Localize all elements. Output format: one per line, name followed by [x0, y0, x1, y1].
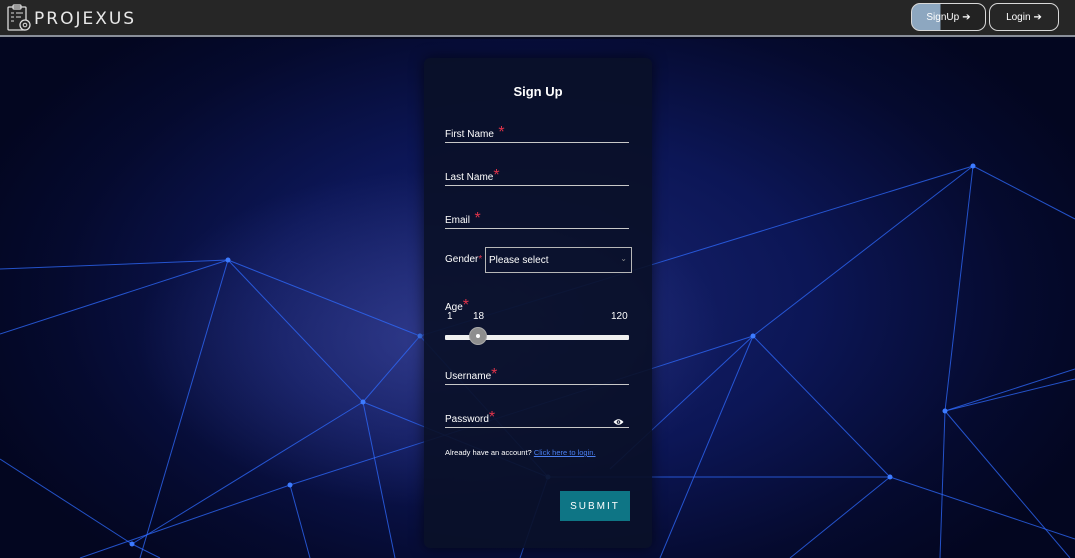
eye-icon[interactable] [613, 413, 624, 431]
clipboard-gear-icon [6, 3, 32, 33]
username-underline [445, 384, 629, 385]
last-name-field[interactable]: Last Name* [445, 167, 629, 186]
age-slider-thumb[interactable] [469, 327, 487, 345]
form-title: Sign Up [513, 84, 563, 99]
last-name-underline [445, 185, 629, 186]
age-min: 1 [447, 311, 453, 322]
username-field[interactable]: Username* [445, 366, 629, 385]
required-marker: * [462, 297, 470, 314]
login-prompt: Already have an account? Click here to l… [445, 448, 596, 457]
required-marker: * [491, 366, 498, 383]
app-name: PROJEXUS [34, 8, 137, 29]
login-button[interactable]: Login ➔ [989, 3, 1059, 31]
submit-button[interactable]: SUBMIT [560, 491, 630, 521]
top-navbar: PROJEXUS SignUp ➔ Login ➔ [0, 0, 1075, 37]
account-prompt-text: Already have an account? [445, 448, 532, 457]
gender-select[interactable]: Please select ⌄ [485, 247, 632, 273]
login-link[interactable]: Click here to login. [534, 448, 596, 457]
sign-in-arrow-icon: ➔ [962, 11, 971, 23]
last-name-label: Last Name [445, 172, 494, 183]
sign-in-arrow-icon: ➔ [1033, 11, 1042, 23]
username-label: Username [445, 371, 492, 382]
gender-row: Gender* Please select ⌄ [445, 247, 635, 273]
password-underline [445, 427, 629, 428]
required-marker: * [488, 409, 496, 426]
signup-label: SignUp [926, 11, 960, 23]
login-label: Login [1006, 11, 1031, 23]
first-name-label: First Name [445, 129, 494, 140]
age-value: 18 [473, 311, 485, 322]
password-field[interactable]: Password* [445, 409, 629, 428]
signup-card: Sign Up First Name * Last Name* Email * … [424, 58, 652, 548]
required-marker: * [498, 124, 505, 141]
first-name-field[interactable]: First Name * [445, 124, 629, 143]
first-name-underline [445, 142, 629, 143]
chevron-down-icon: ⌄ [620, 254, 627, 263]
email-underline [445, 228, 629, 229]
password-label: Password [445, 414, 489, 425]
gender-label: Gender* [445, 254, 483, 265]
auth-nav: SignUp ➔ Login ➔ [911, 3, 1059, 31]
required-marker: * [493, 167, 500, 184]
signup-button[interactable]: SignUp ➔ [911, 3, 986, 31]
email-label: Email [445, 215, 471, 226]
required-marker: * [474, 210, 481, 227]
app-logo[interactable]: PROJEXUS [6, 0, 136, 36]
age-max: 120 [611, 311, 628, 322]
email-field[interactable]: Email * [445, 210, 629, 229]
gender-select-value: Please select [489, 255, 549, 266]
